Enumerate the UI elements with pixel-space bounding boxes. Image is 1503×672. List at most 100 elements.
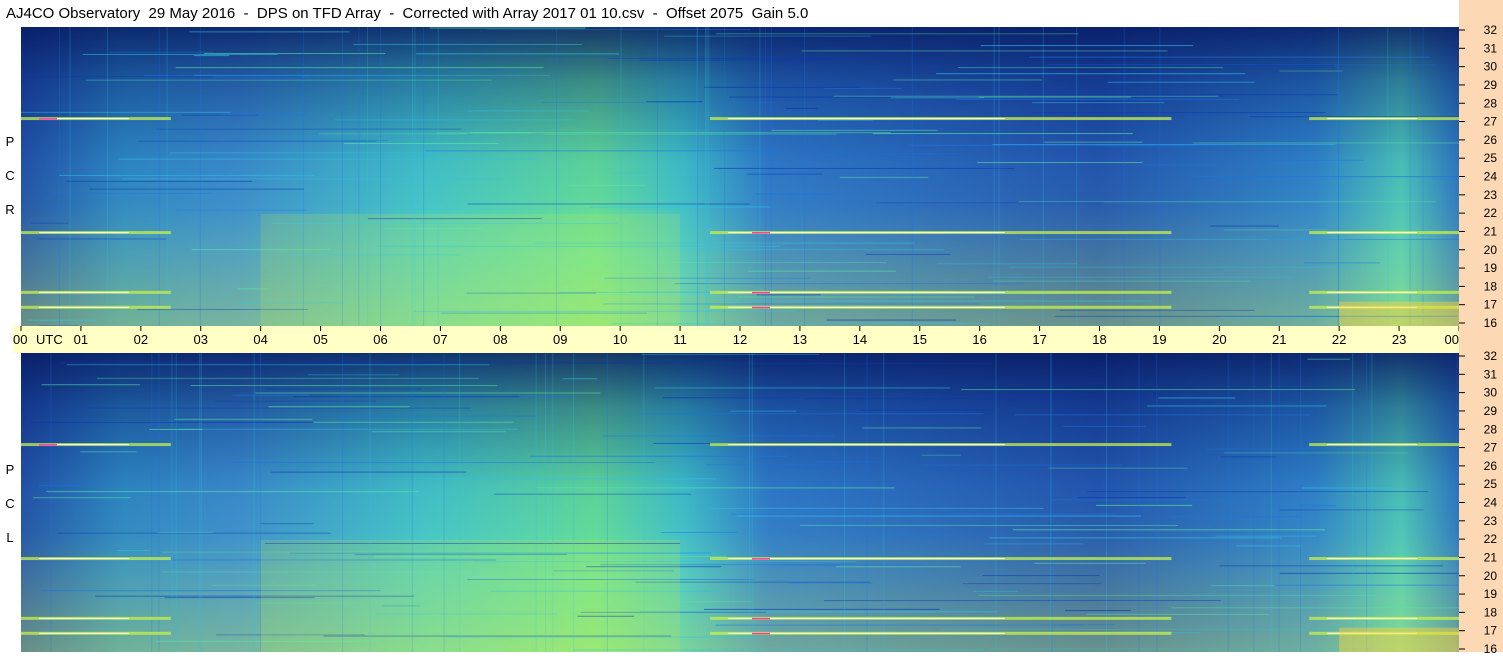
spectral-streak: [271, 471, 467, 473]
interference-core: [1327, 291, 1418, 293]
vertical-streak: [706, 27, 708, 326]
spectral-streak: [425, 150, 783, 152]
time-tick-label: 08: [493, 332, 507, 347]
spectral-streak: [1206, 448, 1314, 450]
spectral-streak: [1059, 309, 1255, 311]
time-tick-label: 10: [613, 332, 627, 347]
spectral-streak: [562, 378, 598, 380]
spectral-streak: [730, 410, 797, 412]
spectral-streak: [1086, 613, 1270, 615]
interference-spike: [38, 118, 57, 120]
lowfreq-patch: [1339, 627, 1459, 652]
spectral-streak: [1032, 102, 1165, 104]
vertical-streak: [1278, 353, 1280, 652]
spectral-streak: [543, 133, 837, 135]
spectral-streak: [703, 608, 940, 610]
spectral-streak: [801, 50, 1168, 52]
spectral-streak: [157, 531, 213, 533]
freq-tick-label: 22: [1484, 206, 1498, 220]
vertical-streak: [1366, 353, 1368, 652]
spectral-streak: [467, 110, 591, 112]
interference-core: [38, 232, 129, 234]
spectral-streak: [937, 263, 1078, 265]
spectral-streak: [654, 387, 951, 389]
freq-tick-label: 19: [1484, 587, 1498, 601]
spectral-streak: [1064, 610, 1131, 612]
freq-tick-label: 21: [1484, 550, 1498, 564]
spectral-streak: [33, 497, 131, 499]
spectral-streak: [961, 389, 1356, 391]
vertical-streak: [1105, 353, 1107, 652]
interference-spike: [751, 232, 770, 234]
spectral-streak: [266, 388, 423, 390]
freq-tick-label: 28: [1484, 422, 1498, 436]
spectral-streak: [872, 133, 1133, 135]
freq-tick-label: 16: [1484, 642, 1498, 656]
spectral-streak: [38, 238, 167, 240]
vertical-streak: [1051, 353, 1053, 652]
vertical-streak: [175, 353, 177, 652]
time-tick-label: 02: [134, 332, 148, 347]
spectral-streak: [922, 454, 961, 456]
vertical-streak: [50, 353, 52, 652]
spectral-streak: [190, 385, 498, 387]
vertical-streak: [995, 353, 997, 652]
utc-label: UTC: [36, 332, 63, 347]
spectral-streak: [41, 384, 140, 386]
spectral-streak: [703, 86, 860, 88]
spectral-streak: [940, 628, 1366, 630]
spectral-streak: [785, 107, 818, 109]
spectral-streak: [189, 31, 350, 33]
interference-spike: [751, 306, 770, 309]
spectral-streak: [730, 513, 1117, 515]
spectral-streak: [169, 152, 432, 154]
spectral-streak: [788, 582, 873, 584]
spectral-streak: [893, 79, 1042, 81]
freq-tick-label: 27: [1484, 115, 1498, 129]
vertical-streak: [764, 27, 766, 326]
spectral-streak: [122, 178, 505, 180]
spectral-streak: [59, 174, 315, 176]
spectral-streak: [117, 549, 150, 551]
interference-spike: [751, 617, 770, 620]
spectral-streak: [27, 319, 96, 321]
spectral-streak: [639, 59, 836, 61]
spectral-streak: [716, 363, 992, 365]
interference-spike: [751, 558, 770, 560]
interference-core: [1327, 118, 1418, 120]
time-tick-label: 00: [13, 332, 27, 347]
vertical-streak: [911, 27, 913, 326]
spectral-streak: [771, 509, 855, 511]
vertical-streak: [1159, 27, 1161, 326]
spectral-streak: [1141, 164, 1215, 166]
spectral-streak: [429, 27, 586, 29]
interference-core: [1327, 617, 1418, 619]
spectral-streak: [1279, 509, 1424, 511]
daytime-glow: [260, 213, 681, 326]
vertical-streak: [199, 353, 201, 652]
spectral-streak: [978, 96, 1131, 98]
time-tick-label: 13: [793, 332, 807, 347]
spectral-streak: [536, 487, 895, 489]
vertical-streak: [1456, 353, 1458, 652]
spectral-streak: [1032, 112, 1326, 114]
spectral-streak: [96, 377, 479, 379]
spectral-streak: [614, 172, 646, 174]
spectral-streak: [319, 133, 468, 135]
freq-tick-label: 16: [1484, 316, 1498, 330]
spectral-streak: [835, 566, 961, 568]
spectral-streak: [1210, 585, 1275, 587]
spectral-streak: [826, 319, 957, 321]
vertical-streak: [697, 27, 699, 326]
spectral-streak: [754, 193, 835, 195]
spectral-streak: [823, 87, 902, 89]
spectral-streak: [737, 515, 1141, 517]
spectral-streak: [1107, 81, 1255, 83]
spectral-streak: [973, 590, 1018, 592]
vertical-streak: [1253, 353, 1255, 652]
vertical-streak: [158, 353, 160, 652]
spectral-streak: [716, 33, 1079, 35]
spectral-streak: [88, 407, 471, 409]
spectral-streak: [175, 209, 307, 211]
vertical-streak: [107, 27, 109, 326]
